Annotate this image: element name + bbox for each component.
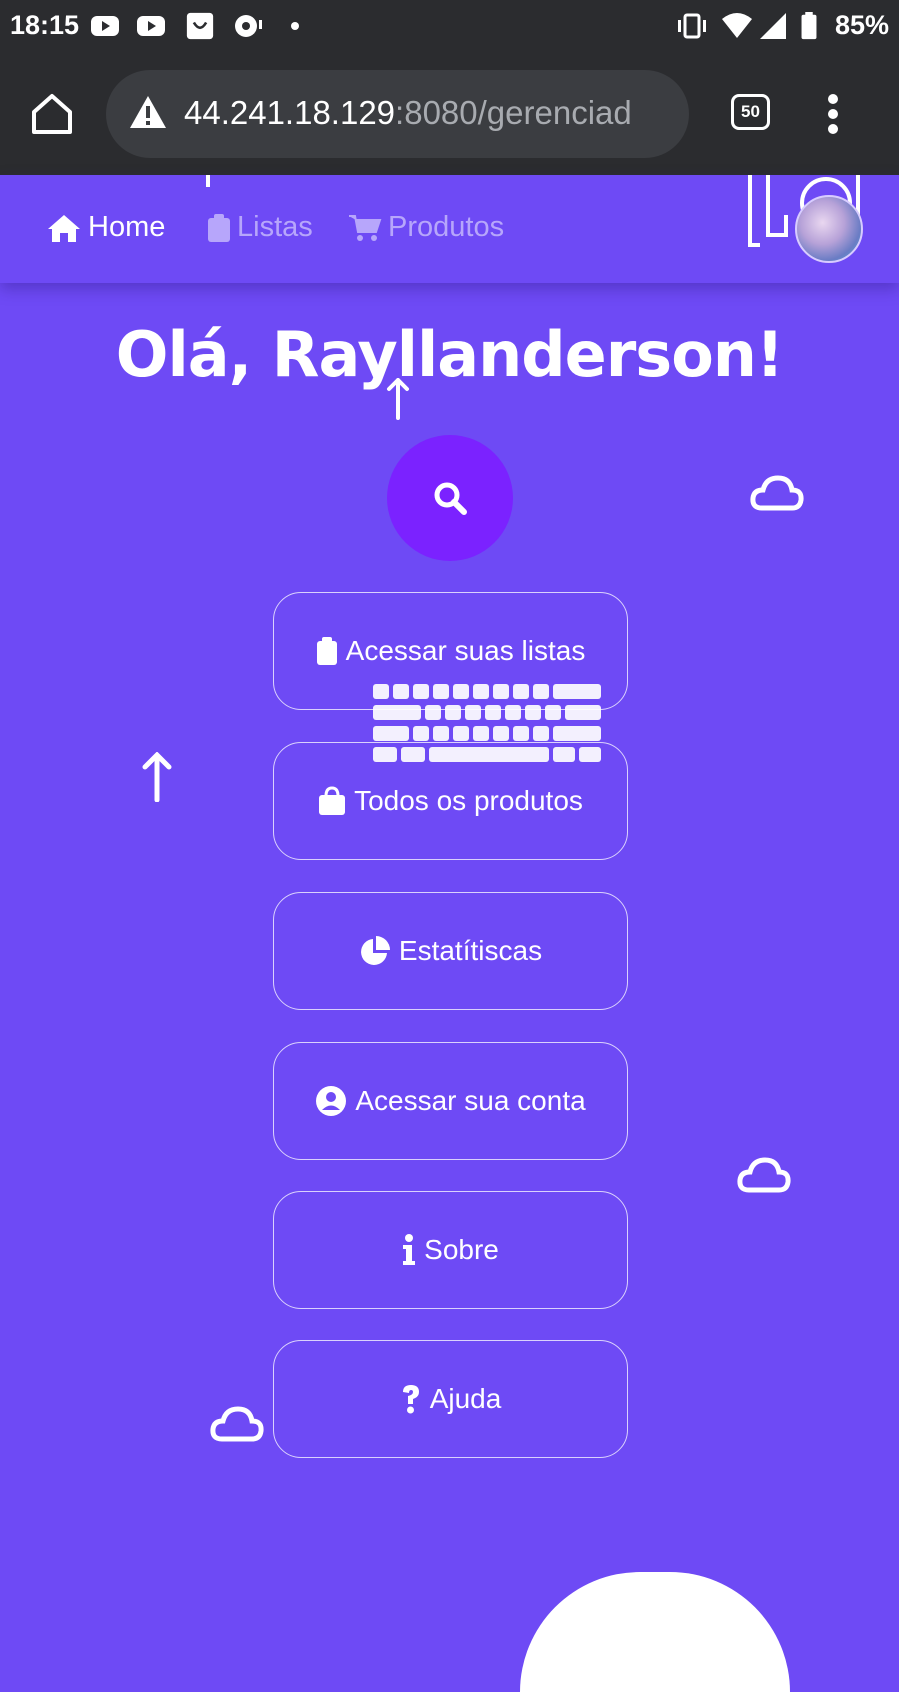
acessar-conta-label: Acessar sua conta bbox=[355, 1085, 586, 1116]
cloud-deco-3 bbox=[210, 1406, 264, 1442]
ajuda-button[interactable]: Ajuda bbox=[273, 1340, 628, 1458]
question-icon bbox=[402, 1385, 419, 1414]
todos-produtos-label: Todos os produtos bbox=[354, 785, 583, 816]
more-options-icon[interactable] bbox=[827, 94, 839, 134]
estatisticas-button[interactable]: Estatítiscas bbox=[273, 892, 628, 1010]
browser-toolbar: 44.241.18.129:8080/gerenciad 50 bbox=[0, 54, 899, 175]
disc-notification-icon bbox=[235, 15, 262, 37]
ajuda-label: Ajuda bbox=[429, 1383, 502, 1414]
address-bar[interactable]: 44.241.18.129:8080/gerenciad bbox=[106, 70, 689, 158]
status-time: 18:15 bbox=[10, 10, 80, 40]
todos-produtos-button[interactable]: Todos os produtos bbox=[273, 742, 628, 860]
nav-produtos-label: Produtos bbox=[388, 211, 505, 243]
estatisticas-label: Estatítiscas bbox=[398, 935, 543, 966]
url-text[interactable]: 44.241.18.129:8080/gerenciad bbox=[184, 94, 632, 132]
wifi-icon bbox=[722, 13, 752, 38]
shopping-bag-icon bbox=[319, 786, 346, 815]
home-nav-icon bbox=[48, 214, 80, 242]
floating-arrow-deco-3 bbox=[142, 752, 172, 802]
youtube-notification-icon bbox=[91, 16, 119, 36]
tab-switcher-button[interactable]: 50 bbox=[731, 94, 770, 130]
url-path: :8080/gerenciad bbox=[395, 94, 632, 131]
url-host: 44.241.18.129 bbox=[184, 94, 396, 131]
floating-arrow-deco-2 bbox=[387, 378, 409, 420]
cloud-deco-2 bbox=[737, 1157, 791, 1193]
nav-listas[interactable]: Listas bbox=[207, 211, 313, 244]
user-circle-icon bbox=[316, 1086, 347, 1116]
nav-produtos[interactable]: Produtos bbox=[348, 211, 504, 244]
vibrate-icon bbox=[678, 13, 706, 39]
info-icon bbox=[403, 1234, 416, 1265]
battery-percent: 85% bbox=[834, 10, 889, 40]
status-bar: 18:15 85% bbox=[0, 0, 899, 54]
avatar[interactable] bbox=[795, 195, 863, 263]
cell-signal-icon bbox=[760, 13, 786, 39]
shopping-notification-icon bbox=[186, 12, 214, 40]
cloud-deco bbox=[750, 475, 804, 511]
nav-home-label: Home bbox=[88, 211, 166, 243]
search-icon bbox=[434, 482, 467, 515]
floating-arrow-deco bbox=[206, 175, 210, 187]
cart-nav-icon bbox=[349, 214, 382, 241]
nav-listas-label: Listas bbox=[237, 211, 313, 243]
acessar-conta-button[interactable]: Acessar sua conta bbox=[273, 1042, 628, 1160]
bottom-wave-deco bbox=[520, 1572, 790, 1692]
pie-chart-icon bbox=[360, 936, 390, 965]
battery-icon bbox=[801, 12, 817, 40]
home-icon[interactable] bbox=[30, 92, 74, 136]
more-notifications-dot-icon bbox=[291, 22, 299, 30]
not-secure-warning-icon[interactable] bbox=[128, 94, 168, 130]
youtube-notification-icon-2 bbox=[137, 16, 165, 36]
sobre-label: Sobre bbox=[424, 1234, 499, 1265]
nav-home[interactable]: Home bbox=[46, 211, 165, 244]
app-navbar: Home Listas Produtos bbox=[0, 175, 899, 283]
clipboard-nav-icon bbox=[208, 213, 230, 242]
sobre-button[interactable]: Sobre bbox=[273, 1191, 628, 1309]
clipboard-icon bbox=[316, 637, 337, 665]
search-button[interactable] bbox=[387, 435, 513, 561]
acessar-listas-label: Acessar suas listas bbox=[345, 635, 586, 666]
greeting-title: Olá, Rayllanderson! bbox=[115, 318, 784, 391]
